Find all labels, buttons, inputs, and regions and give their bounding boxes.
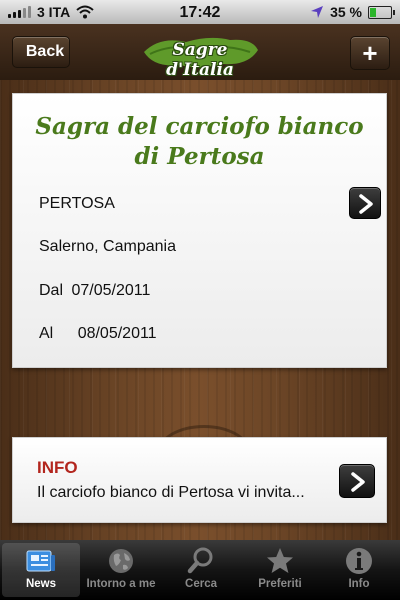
tab-near-me-label: Intorno a me [86, 578, 156, 590]
tab-search-label: Cerca [185, 578, 217, 590]
info-detail-button[interactable] [339, 464, 375, 498]
tab-near-me[interactable]: Intorno a me [82, 543, 160, 597]
magnifier-icon [187, 547, 213, 574]
location-arrow-icon [311, 6, 324, 18]
battery-percent: 35 % [330, 4, 362, 20]
location-detail-button[interactable] [349, 187, 381, 219]
tab-info[interactable]: Info [320, 543, 398, 597]
star-icon [267, 548, 293, 573]
navigation-bar: Back Sagre d'Italia + [0, 24, 400, 81]
tab-favorites-label: Preferiti [258, 578, 302, 590]
event-location: PERTOSA [39, 195, 115, 212]
end-date-value: 08/05/2011 [77, 325, 157, 342]
battery-fill [370, 7, 377, 17]
status-bar: 3 ITA 17:42 35 % [0, 0, 400, 24]
status-right: 35 % [310, 4, 395, 20]
plus-icon: + [362, 38, 378, 68]
chevron-right-icon [351, 472, 365, 492]
info-card[interactable]: INFO Il carciofo bianco di Pertosa vi in… [12, 437, 387, 523]
tab-news[interactable]: News [2, 543, 80, 597]
logo-text: Sagre d'Italia [166, 40, 234, 80]
tab-search[interactable]: Cerca [162, 543, 240, 597]
tab-info-label: Info [348, 578, 370, 590]
news-icon [26, 550, 55, 572]
start-date-label: Dal [39, 282, 64, 299]
add-button[interactable]: + [350, 36, 390, 70]
tab-favorites[interactable]: Preferiti [241, 543, 319, 597]
info-text: Il carciofo bianco di Pertosa vi invita.… [37, 484, 305, 501]
chevron-right-icon [359, 194, 373, 214]
start-date-value: 07/05/2011 [71, 282, 151, 299]
event-province-region: Salerno, Campania [39, 238, 176, 255]
back-button[interactable]: Back [12, 36, 70, 68]
event-end-date: Al 08/05/2011 [39, 325, 157, 343]
event-start-date: Dal 07/05/2011 [39, 282, 150, 300]
back-button-label: Back [25, 43, 65, 60]
info-title: INFO [37, 458, 78, 477]
tab-news-label: News [25, 578, 57, 590]
event-card: Sagra del carciofo bianco di Pertosa PER… [12, 93, 387, 368]
app-logo: Sagre d'Italia [140, 34, 260, 80]
tab-bar: News Intorno a me Cerca Preferiti Info [0, 540, 400, 600]
event-title: Sagra del carciofo bianco di Pertosa [35, 113, 364, 170]
battery-icon [368, 5, 395, 19]
end-date-label: Al [39, 325, 54, 342]
info-icon [346, 548, 372, 574]
globe-icon [109, 549, 133, 573]
